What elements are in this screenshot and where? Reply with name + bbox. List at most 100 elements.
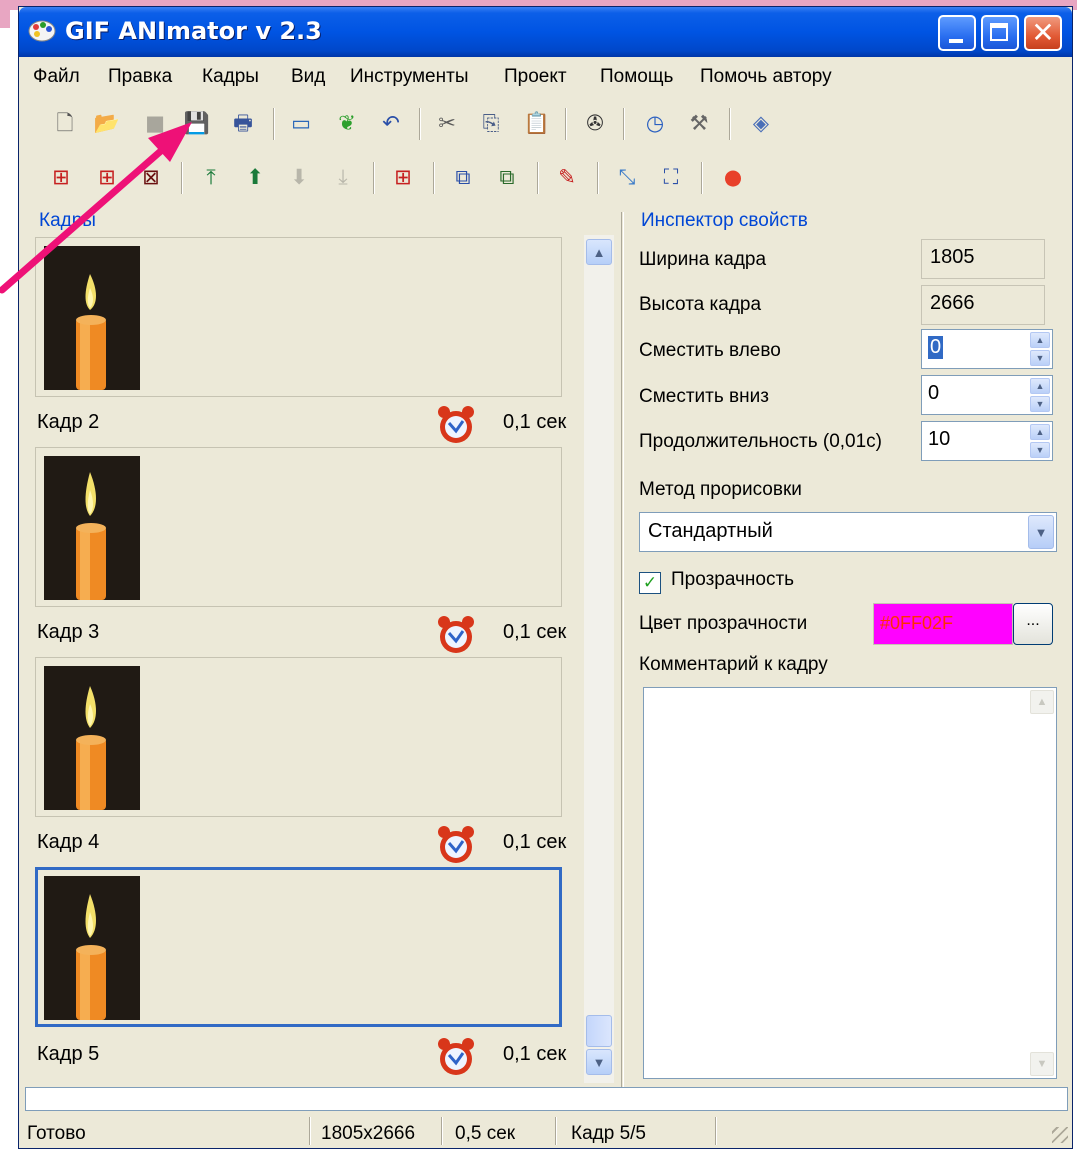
toolbar-separator <box>181 162 183 194</box>
scroll-up-button[interactable]: ▲ <box>586 239 612 265</box>
transparency-checkbox[interactable]: ✓ <box>639 572 661 594</box>
web-icon[interactable]: ◈ <box>747 109 775 137</box>
export-frames-icon[interactable]: ⧉ <box>493 163 521 191</box>
spin-down-icon[interactable]: ▼ <box>1030 350 1050 366</box>
status-separator <box>441 1117 443 1145</box>
close-icon: ✕ <box>1031 16 1055 49</box>
title-bar[interactable]: GIF ANImator v 2.3 ✕ <box>19 7 1072 57</box>
frame-preview[interactable] <box>35 447 562 607</box>
comment-textarea[interactable]: ▲ ▼ <box>643 687 1057 1079</box>
transparency-label[interactable]: Прозрачность <box>671 569 794 591</box>
menu-support-author[interactable]: Помочь автору <box>700 66 832 88</box>
frame-delay[interactable]: 0,1 сек <box>503 411 566 434</box>
draw-method-value: Стандартный <box>648 520 773 542</box>
save-disabled-icon[interactable]: ■ <box>141 109 169 137</box>
menu-project[interactable]: Проект <box>504 66 567 88</box>
frame-delay[interactable]: 0,1 сек <box>503 1043 566 1066</box>
panel-splitter[interactable] <box>621 212 624 1088</box>
palette-icon[interactable]: ● <box>719 163 747 191</box>
maximize-button[interactable] <box>981 15 1019 51</box>
toolbar-separator <box>433 162 435 194</box>
print-icon[interactable]: 🖶 <box>229 109 257 137</box>
menu-tools[interactable]: Инструменты <box>350 66 468 88</box>
offset-left-spinner[interactable]: 0 ▲ ▼ <box>921 329 1053 369</box>
menu-file[interactable]: Файл <box>33 66 80 88</box>
scroll-thumb[interactable] <box>586 1015 612 1047</box>
minimize-button[interactable] <box>938 15 976 51</box>
chevron-down-icon[interactable]: ▼ <box>1028 515 1054 549</box>
frame-preview[interactable] <box>35 657 562 817</box>
spin-up-icon[interactable]: ▲ <box>1030 424 1050 440</box>
save-as-icon[interactable]: 💾 <box>183 109 211 137</box>
frame-delay[interactable]: 0,1 сек <box>503 621 566 644</box>
transparency-color-swatch[interactable]: #0FF02F <box>873 603 1013 645</box>
frame-preview[interactable] <box>35 867 562 1027</box>
delete-frame-icon[interactable]: ⊠ <box>137 163 165 191</box>
cut-icon[interactable]: ✂ <box>433 109 461 137</box>
frame-name: Кадр 2 <box>37 411 100 433</box>
add-frame-icon[interactable]: ⊞ <box>47 163 75 191</box>
frames-list[interactable]: Кадр 2 0,1 сек Кадр 3 0,1 сек Кадр 4 0,1… <box>29 235 577 1083</box>
offset-down-label: Сместить вниз <box>639 386 769 407</box>
undo-icon[interactable]: ↶ <box>377 109 405 137</box>
status-frame: Кадр 5/5 <box>571 1123 646 1144</box>
toolbar-separator <box>729 108 731 140</box>
alarm-clock-icon[interactable] <box>435 825 477 865</box>
menu-frames[interactable]: Кадры <box>202 66 259 88</box>
clock-icon[interactable]: ◷ <box>641 109 669 137</box>
frame-delay[interactable]: 0,1 сек <box>503 831 566 854</box>
animate-icon[interactable]: ❦ <box>333 109 361 137</box>
frames-scrollbar[interactable]: ▲ ▼ <box>584 235 614 1083</box>
tools-icon[interactable]: ⚒ <box>685 109 713 137</box>
color-picker-button[interactable]: ... <box>1013 603 1053 645</box>
alarm-clock-icon[interactable] <box>435 615 477 655</box>
candle-thumbnail <box>44 456 140 600</box>
move-bottom-icon[interactable]: ⤓ <box>329 163 357 191</box>
resize-grip-icon[interactable] <box>1052 1127 1068 1143</box>
move-top-icon[interactable]: ⤒ <box>197 163 225 191</box>
alarm-clock-icon[interactable] <box>435 405 477 445</box>
frame-height-field: 2666 <box>921 285 1045 325</box>
candle-thumbnail <box>44 246 140 390</box>
offset-left-value[interactable]: 0 <box>928 336 944 359</box>
spin-down-icon[interactable]: ▼ <box>1030 442 1050 458</box>
toolbar-separator <box>419 108 421 140</box>
frame-width-field: 1805 <box>921 239 1045 279</box>
menu-view[interactable]: Вид <box>291 66 325 88</box>
paste-icon[interactable]: 📋 <box>523 109 551 137</box>
spin-up-icon[interactable]: ▲ <box>1030 332 1050 348</box>
offset-down-spinner[interactable]: 0 ▲ ▼ <box>921 375 1053 415</box>
spin-down-icon[interactable]: ▼ <box>1030 396 1050 412</box>
resize-icon[interactable]: ⤡ <box>613 163 641 191</box>
scroll-down-button[interactable]: ▼ <box>586 1049 612 1075</box>
film-icon[interactable]: ✇ <box>581 109 609 137</box>
import-frames-icon[interactable]: ⧉ <box>449 163 477 191</box>
crop-icon[interactable]: ⛶ <box>657 163 685 191</box>
scroll-up-button[interactable]: ▲ <box>1030 690 1054 714</box>
draw-method-select[interactable]: Стандартный ▼ <box>639 512 1057 552</box>
toolbar-separator <box>565 108 567 140</box>
copy-icon[interactable]: ⎘ <box>477 109 505 137</box>
move-down-icon[interactable]: ⬇ <box>285 163 313 191</box>
insert-frame-icon[interactable]: ⊞ <box>93 163 121 191</box>
duplicate-frame-icon[interactable]: ⊞ <box>389 163 417 191</box>
move-up-icon[interactable]: ⬆ <box>241 163 269 191</box>
new-icon[interactable]: 🗋 <box>51 109 79 137</box>
alarm-clock-icon[interactable] <box>435 1037 477 1077</box>
spin-up-icon[interactable]: ▲ <box>1030 378 1050 394</box>
transparency-color-label: Цвет прозрачности <box>639 613 808 634</box>
offset-down-value[interactable]: 0 <box>928 382 939 405</box>
frame-name: Кадр 3 <box>37 621 100 643</box>
duration-value[interactable]: 10 <box>928 428 950 451</box>
scroll-down-button[interactable]: ▼ <box>1030 1052 1054 1076</box>
menu-help[interactable]: Помощь <box>600 66 673 88</box>
open-icon[interactable]: 📂 <box>93 109 121 137</box>
duration-spinner[interactable]: 10 ▲ ▼ <box>921 421 1053 461</box>
close-button[interactable]: ✕ <box>1024 15 1062 51</box>
preview-icon[interactable]: ▭ <box>287 109 315 137</box>
frame-preview[interactable] <box>35 237 562 397</box>
menu-edit[interactable]: Правка <box>108 66 172 88</box>
offset-left-label: Сместить влево <box>639 340 781 361</box>
edit-frame-icon[interactable]: ✎ <box>553 163 581 191</box>
app-icon <box>28 20 56 42</box>
